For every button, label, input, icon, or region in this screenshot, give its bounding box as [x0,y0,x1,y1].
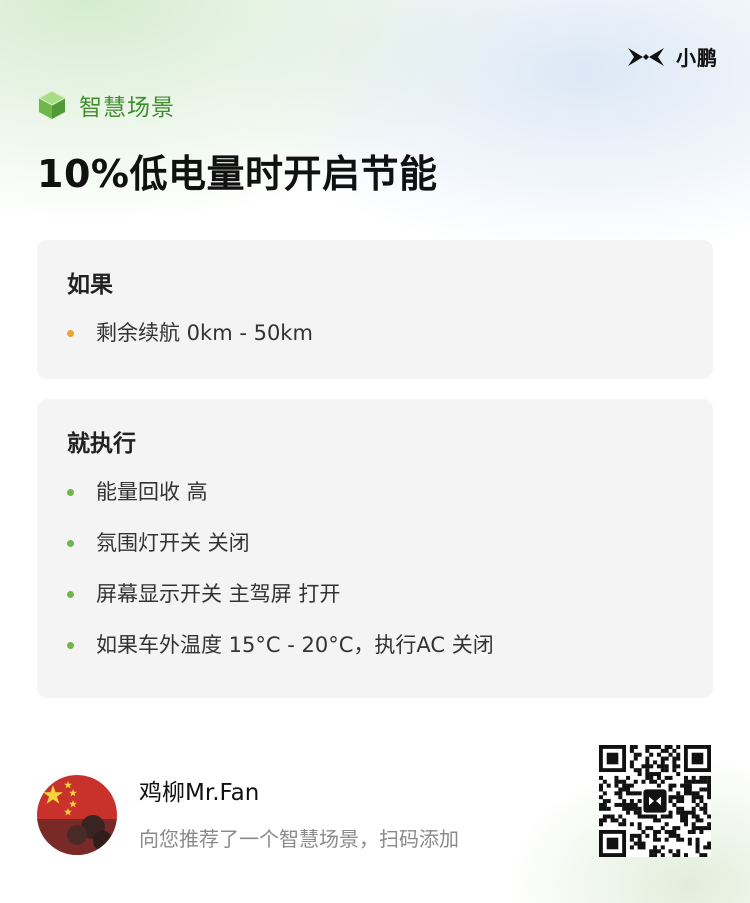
bullet-dot [67,642,74,649]
qr-code-icon [599,745,711,857]
condition-text: 剩余续航 0km - 50km [96,321,313,345]
action-text: 能量回收 高 [96,480,208,504]
bullet-dot [67,591,74,598]
if-condition-list: 剩余续航 0km - 50km [67,318,683,348]
if-card-heading: 如果 [67,272,113,298]
list-item: 能量回收 高 [67,477,683,507]
share-message: 向您推荐了一个智慧场景，扫码添加 [139,827,459,851]
avatar-flag-icon [37,775,117,855]
scene-tag-label: 智慧场景 [79,95,175,121]
xpeng-logo-icon [628,47,664,66]
sharer-info: 鸡柳Mr.Fan 向您推荐了一个智慧场景，扫码添加 [37,775,459,855]
action-text: 如果车外温度 15°C - 20°C，执行AC 关闭 [96,633,494,657]
then-action-card: 就执行 能量回收 高 氛围灯开关 关闭 屏幕显示开关 主驾屏 打开 如果车外温度… [37,399,713,698]
list-item: 剩余续航 0km - 50km [67,318,683,348]
bullet-dot [67,489,74,496]
cube-icon [37,90,67,119]
qr-code[interactable] [599,745,711,857]
scene-tag: 智慧场景 [37,88,175,122]
then-card-heading: 就执行 [67,431,136,457]
bullet-dot [67,540,74,547]
action-text: 氛围灯开关 关闭 [96,531,250,555]
page-title: 10%低电量时开启节能 [37,152,438,196]
list-item: 如果车外温度 15°C - 20°C，执行AC 关闭 [67,630,683,660]
sharer-text: 鸡柳Mr.Fan 向您推荐了一个智慧场景，扫码添加 [139,775,459,853]
brand-name: 小鹏 [676,46,718,70]
bullet-dot [67,330,74,337]
list-item: 屏幕显示开关 主驾屏 打开 [67,579,683,609]
then-action-list: 能量回收 高 氛围灯开关 关闭 屏幕显示开关 主驾屏 打开 如果车外温度 15°… [67,477,683,660]
brand-header: 小鹏 [626,42,718,71]
list-item: 氛围灯开关 关闭 [67,528,683,558]
action-text: 屏幕显示开关 主驾屏 打开 [96,582,341,606]
avatar[interactable] [37,775,117,855]
sharer-name: 鸡柳Mr.Fan [139,780,260,806]
if-condition-card: 如果 剩余续航 0km - 50km [37,240,713,379]
